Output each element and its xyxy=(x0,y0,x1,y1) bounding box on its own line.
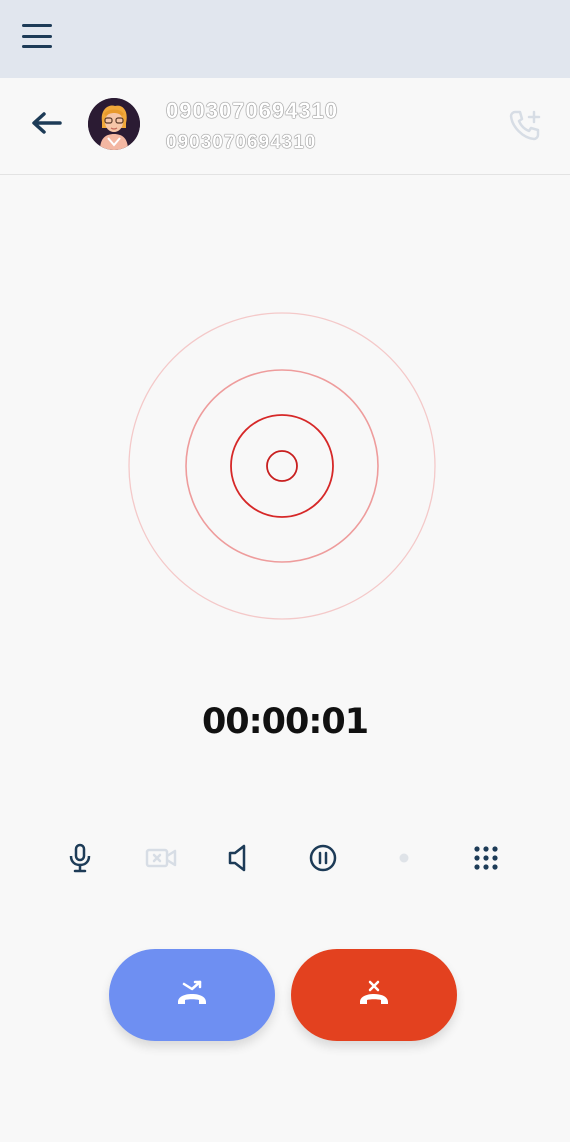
call-controls xyxy=(0,838,570,878)
pause-icon[interactable] xyxy=(303,838,343,878)
contact-number: 0903070694310 xyxy=(166,132,317,153)
microphone-icon[interactable] xyxy=(60,838,100,878)
dialpad-icon[interactable] xyxy=(466,838,506,878)
avatar xyxy=(88,98,140,150)
contact-name: 0903070694310 xyxy=(166,98,339,123)
phone-plus-icon[interactable] xyxy=(508,108,542,142)
call-header: 0903070694310 0903070694310 xyxy=(0,78,570,175)
end-call-button[interactable] xyxy=(291,949,457,1041)
transfer-call-button[interactable] xyxy=(109,949,275,1041)
speaker-icon[interactable] xyxy=(218,838,258,878)
arrow-left-icon[interactable] xyxy=(30,108,64,138)
dot-icon xyxy=(384,838,424,878)
end-call-icon xyxy=(356,978,392,1013)
hamburger-menu-icon[interactable] xyxy=(22,24,52,48)
video-off-icon[interactable] xyxy=(141,838,181,878)
call-transfer-icon xyxy=(174,978,210,1013)
call-timer: 00:00:01 xyxy=(201,702,369,742)
calling-pulse-rings xyxy=(127,311,437,621)
top-app-bar xyxy=(0,0,570,78)
